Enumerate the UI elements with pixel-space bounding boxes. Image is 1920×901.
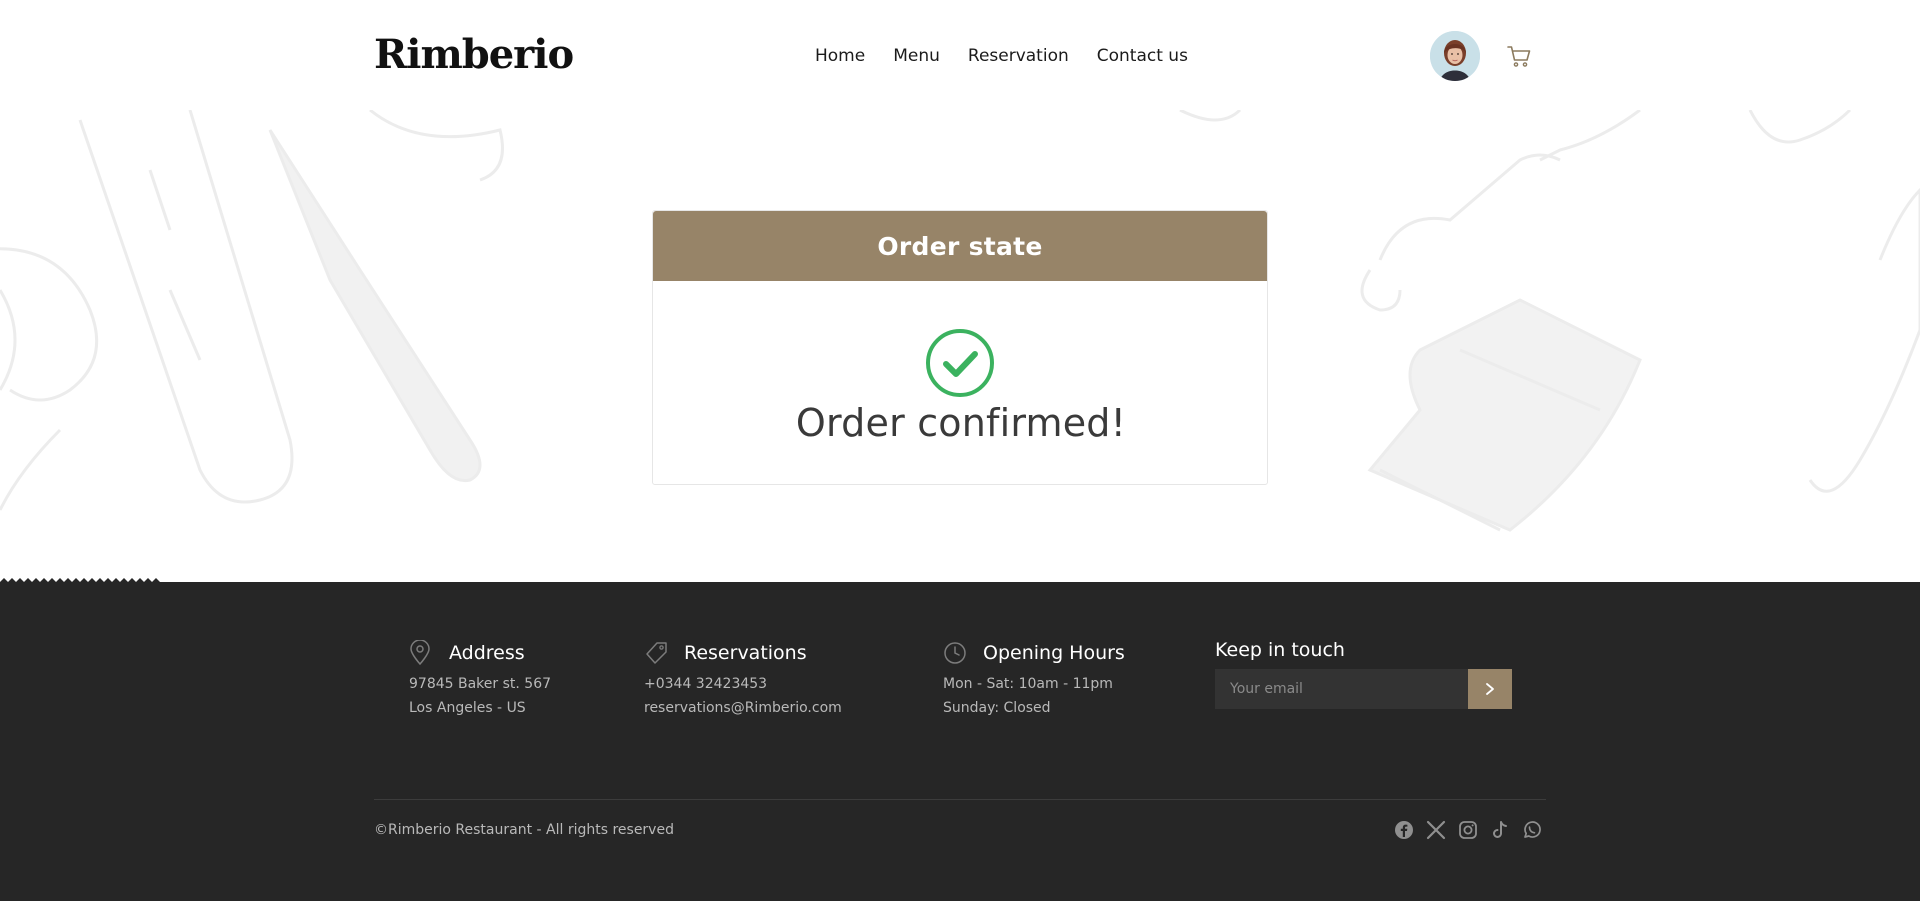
newsletter-submit-button[interactable] — [1468, 669, 1512, 709]
card-title: Order state — [877, 231, 1043, 261]
footer-address-line1: 97845 Baker st. 567 — [409, 676, 552, 692]
footer-reservations-email[interactable]: reservations@Rimberio.com — [644, 700, 842, 716]
footer-hours-title: Opening Hours — [983, 642, 1125, 664]
tiktok-icon[interactable] — [1490, 820, 1510, 840]
whatsapp-icon[interactable] — [1522, 820, 1542, 840]
chevron-right-icon — [1486, 683, 1494, 695]
avatar[interactable] — [1430, 31, 1480, 81]
footer-address-line2: Los Angeles - US — [409, 700, 526, 716]
check-circle-icon — [926, 329, 994, 397]
main-nav: Home Menu Reservation Contact us — [815, 44, 1216, 68]
clock-icon — [944, 642, 966, 664]
footer-address-title: Address — [449, 642, 525, 664]
card-header: Order state — [653, 211, 1267, 281]
footer-reservations-title: Reservations — [684, 642, 807, 664]
footer-hours-sunday: Sunday: Closed — [943, 700, 1051, 716]
site-footer — [0, 584, 1920, 901]
newsletter-title: Keep in touch — [1215, 639, 1345, 661]
tag-icon — [646, 642, 667, 664]
footer-divider — [374, 799, 1546, 800]
order-state-card: Order state Order confirmed! — [652, 210, 1268, 485]
instagram-icon[interactable] — [1458, 820, 1478, 840]
footer-hours-weekdays: Mon - Sat: 10am - 11pm — [943, 676, 1113, 692]
newsletter-email-input[interactable] — [1215, 669, 1468, 709]
social-links — [1394, 820, 1554, 840]
site-logo[interactable]: Rimberio — [374, 30, 574, 80]
site-header: Rimberio Home Menu Reservation Contact u… — [0, 0, 1920, 110]
facebook-icon[interactable] — [1394, 820, 1414, 840]
map-pin-icon — [410, 640, 430, 666]
copyright-text: ©Rimberio Restaurant - All rights reserv… — [374, 822, 674, 838]
nav-item-home[interactable]: Home — [815, 44, 865, 68]
x-icon[interactable] — [1426, 820, 1446, 840]
nav-item-reservation[interactable]: Reservation — [968, 44, 1069, 68]
order-status-text: Order confirmed! — [795, 401, 1127, 445]
nav-item-contact[interactable]: Contact us — [1097, 44, 1188, 68]
footer-reservations-phone[interactable]: +0344 32423453 — [644, 676, 767, 692]
nav-item-menu[interactable]: Menu — [893, 44, 940, 68]
cart-icon[interactable] — [1506, 43, 1532, 69]
